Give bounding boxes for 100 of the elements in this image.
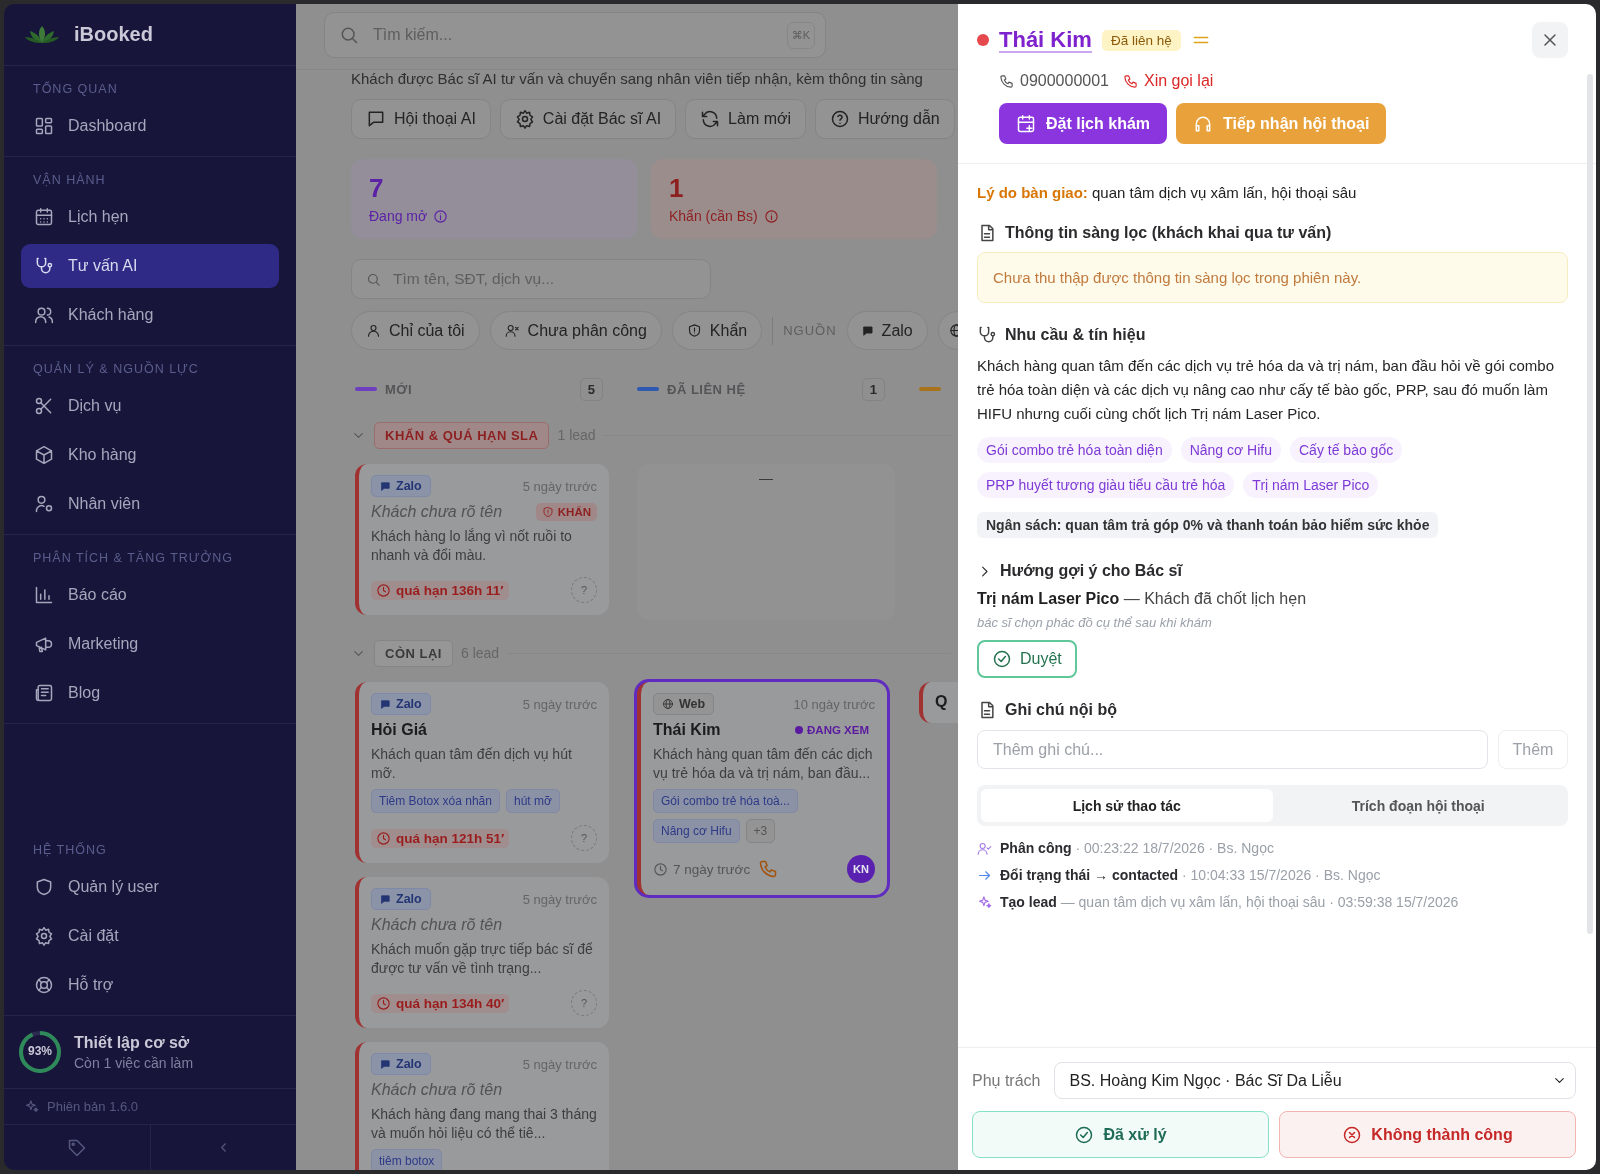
lead-summary: Khách hàng lo lắng vì nốt ruồi to nhanh và đổi màu.: [371, 527, 573, 565]
toolbar-button[interactable]: Cài đặt Bác sĩ AI: [499, 99, 677, 139]
needs-summary: Khách hàng quan tâm đến các dịch vụ trẻ hóa da và trị nám, ban đầu hỏi về gói combo trẻ hóa toàn diện và các dịch vụ nâng cao như cấy tế bào gốc, PRP, sau đó muốn làm HIFU nhưng cuối cùng chốt lịch Trị nám Laser Pico.: [977, 356, 1556, 424]
toolbar-button[interactable]: Làm mới: [685, 99, 807, 139]
chat-bubble-icon: [380, 480, 391, 492]
assignee-select[interactable]: BS. Hoàng Kim Ngọc · Bác Sĩ Da Liễu: [1054, 1062, 1576, 1099]
clock-icon: [653, 861, 668, 877]
newspaper-icon: [34, 683, 54, 703]
section-heading: QUẢN LÝ & NGUỒN LỰC: [32, 360, 200, 378]
action-button[interactable]: Không thành công: [1279, 1111, 1576, 1158]
sidebar-item[interactable]: Quản lý user: [21, 865, 279, 909]
help-icon: [830, 109, 851, 129]
urgent-badge: KHẨN: [535, 503, 597, 521]
history-entry: Tạo lead — quan tâm dịch vụ xâm lấn, hội thoại sâu · 03:59:38 15/7/2026: [1000, 894, 1459, 910]
approve-button[interactable]: Duyệt: [977, 640, 1077, 678]
megaphone-icon: [34, 634, 54, 654]
lead-name: Thái Kim: [653, 721, 722, 739]
chat-bubble-icon: [380, 698, 391, 710]
interest-tag: Trị nám Laser Pico: [1243, 472, 1379, 498]
toolbar-button[interactable]: Hướng dẫn: [815, 99, 955, 139]
sidebar-item[interactable]: Dashboard: [21, 104, 279, 148]
sidebar-item[interactable]: Tư vấn AI: [21, 244, 279, 288]
clock-icon: [376, 830, 391, 846]
action-button[interactable]: Đã xử lý: [972, 1111, 1269, 1158]
action-button[interactable]: Đặt lịch khám: [999, 103, 1168, 144]
x-circle-icon: [1342, 1124, 1363, 1145]
lead-summary: Khách hàng quan tâm đến các dịch vụ trẻ hóa da và trị nám, ban đầu...: [653, 745, 874, 783]
scrollbar-thumb[interactable]: [1587, 74, 1593, 934]
group-label: CÒN LẠI: [374, 639, 453, 667]
note-input[interactable]: Thêm ghi chú...: [977, 730, 1488, 769]
source-badge: Zalo: [371, 475, 431, 497]
stat-value: 1: [669, 173, 685, 204]
column-count: 5: [579, 377, 603, 401]
service-tag: Nâng cơ Hifu: [653, 819, 740, 843]
status-badge: Đã liên hệ: [1101, 29, 1181, 51]
scissors-icon: [34, 396, 54, 416]
source-badge: Web: [653, 693, 715, 715]
suggestion-note: bác sĩ chọn phác đồ cụ thể sau khi khám: [977, 615, 1213, 630]
lifebuoy-icon: [34, 975, 54, 995]
sidebar-item[interactable]: Kho hàng: [21, 433, 279, 477]
service-tag: Gói combo trẻ hóa toà...: [653, 789, 798, 813]
close-button[interactable]: [1532, 22, 1568, 58]
clock-icon: [376, 995, 391, 1011]
sidebar-item[interactable]: Marketing: [21, 622, 279, 666]
setup-title: Thiết lập cơ sở: [74, 1033, 191, 1052]
assignee-label: Phụ trách: [972, 1071, 1041, 1090]
sidebar-item[interactable]: Nhân viên: [21, 482, 279, 526]
service-tag: Tiêm Botox xóa nhăn: [371, 789, 500, 813]
sidebar-item[interactable]: Blog: [21, 671, 279, 715]
refresh-icon: [700, 109, 721, 129]
check-circle-icon: [1074, 1124, 1095, 1145]
bar-chart-icon: [34, 585, 54, 605]
viewing-status: ĐANG XEM: [789, 721, 875, 739]
sidebar-item[interactable]: Báo cáo: [21, 573, 279, 617]
chat-icon: [366, 109, 386, 129]
info-icon: [433, 208, 449, 224]
callback-label: Xin gọi lại: [1123, 72, 1214, 90]
user-remove-icon: [504, 323, 520, 338]
sidebar-item[interactable]: Khách hàng: [21, 293, 279, 337]
check-circle-icon: [992, 649, 1012, 669]
sidebar-item[interactable]: Dịch vụ: [21, 384, 279, 428]
column-title: ĐÃ LIÊN HỆ: [667, 381, 747, 397]
source-chip[interactable]: Zalo: [846, 311, 928, 350]
lead-name: Q: [935, 693, 949, 711]
budget-note: Ngân sách: quan tâm trả góp 0% và thanh toán bảo hiểm sức khỏe: [977, 512, 1439, 538]
service-tag: hút mỡ: [505, 789, 560, 813]
lead-name: Khách chưa rõ tên: [371, 503, 504, 521]
lead-name-link[interactable]: Thái Kim: [999, 27, 1092, 53]
overdue-label: quá hạn 134h 40′: [371, 993, 510, 1013]
sidebar-item[interactable]: Lịch hẹn: [21, 195, 279, 239]
tab[interactable]: Trích đoạn hội thoại: [1272, 789, 1564, 822]
user-icon: [366, 323, 381, 338]
filter-chip[interactable]: Khẩn: [671, 311, 763, 350]
clock-icon: [376, 582, 391, 598]
more-count: +3: [745, 819, 776, 843]
calendar-icon: [34, 207, 54, 227]
settings-icon: [514, 109, 535, 129]
source-badge: Zalo: [371, 1053, 431, 1075]
stat-label: Khẩn (cần Bs): [669, 208, 758, 224]
lead-summary: Khách muốn gặp trực tiếp bác sĩ để được tư vấn về tình trạng...: [371, 940, 594, 978]
globe-icon: [662, 698, 674, 710]
empty-screening-notice: Chưa thu thập được thông tin sàng lọc trong phiên này.: [977, 252, 1568, 303]
tab[interactable]: Lịch sử thao tác: [981, 789, 1273, 822]
sidebar-item[interactable]: Cài đặt: [21, 914, 279, 958]
page-description: Khách được Bác sĩ AI tư vấn và chuyển sang nhân viên tiếp nhận, kèm thông tin sàng: [351, 70, 924, 87]
filter-chip[interactable]: Chỉ của tôi: [351, 311, 480, 350]
user-gear-icon: [34, 494, 54, 514]
suggestion-summary: Trị nám Laser Pico — Khách đã chốt lịch hẹn: [977, 590, 1308, 608]
service-tag: tiêm botox: [371, 1149, 443, 1170]
sparkle-icon: [977, 894, 992, 910]
lead-card[interactable]: Q: [919, 682, 958, 723]
version-label: Phiên bản 1.6.0: [47, 1099, 139, 1114]
progress-percent: 93%: [27, 1044, 53, 1058]
toolbar-button[interactable]: Hội thoại AI: [351, 99, 491, 139]
column-title: MỚI: [385, 381, 414, 397]
filter-chip[interactable]: Chưa phân công: [489, 311, 662, 350]
sparkle-icon: [24, 1099, 39, 1114]
progress-ring: [18, 1030, 62, 1074]
users-icon: [34, 305, 54, 325]
sidebar-item[interactable]: Hỗ trợ: [21, 963, 279, 1007]
